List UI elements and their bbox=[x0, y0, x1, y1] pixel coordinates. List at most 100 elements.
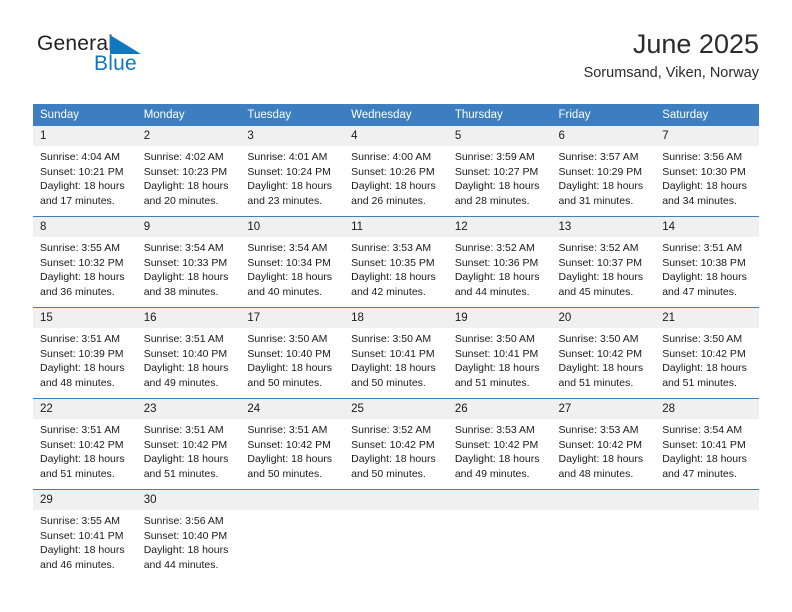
daylight-text-line2: and 50 minutes. bbox=[351, 376, 426, 389]
sunrise-text: Sunrise: 3:55 AM bbox=[40, 242, 120, 254]
calendar-day-cell[interactable]: 25 Sunrise: 3:52 AM Sunset: 10:42 PM Day… bbox=[344, 398, 448, 490]
day-number: 16 bbox=[136, 308, 241, 328]
daylight-text-line1: Daylight: 18 hours bbox=[351, 362, 436, 374]
calendar-day-cell[interactable]: 27 Sunrise: 3:53 AM Sunset: 10:42 PM Day… bbox=[551, 398, 656, 490]
day-number: 26 bbox=[447, 399, 552, 419]
sunset-text: Sunset: 10:40 PM bbox=[143, 347, 228, 360]
calendar-day-cell[interactable]: 7 Sunrise: 3:56 AM Sunset: 10:30 PM Dayl… bbox=[655, 126, 759, 217]
calendar-day-cell[interactable]: 29 Sunrise: 3:55 AM Sunset: 10:41 PM Day… bbox=[33, 489, 137, 574]
sunset-text: Sunset: 10:42 PM bbox=[351, 438, 435, 451]
calendar-day-cell[interactable]: 9 Sunrise: 3:54 AM Sunset: 10:33 PM Dayl… bbox=[136, 216, 241, 308]
calendar-day-cell[interactable]: 28 Sunrise: 3:54 AM Sunset: 10:41 PM Day… bbox=[655, 398, 759, 490]
calendar-day-cell[interactable]: 16 Sunrise: 3:51 AM Sunset: 10:40 PM Day… bbox=[136, 307, 241, 399]
daylight-text-line2: and 51 minutes. bbox=[40, 467, 115, 480]
calendar-day-cell[interactable]: 26 Sunrise: 3:53 AM Sunset: 10:42 PM Day… bbox=[447, 398, 552, 490]
day-details: Sunrise: 3:52 AM Sunset: 10:42 PM Daylig… bbox=[344, 419, 448, 481]
calendar-day-cell[interactable]: 17 Sunrise: 3:50 AM Sunset: 10:40 PM Day… bbox=[240, 307, 345, 399]
daylight-text-line1: Daylight: 18 hours bbox=[143, 180, 229, 192]
day-number: 11 bbox=[344, 217, 448, 237]
daylight-text-line1: Daylight: 18 hours bbox=[558, 271, 644, 283]
calendar-day-cell[interactable]: 6 Sunrise: 3:57 AM Sunset: 10:29 PM Dayl… bbox=[551, 126, 656, 217]
day-number: 27 bbox=[551, 399, 656, 419]
calendar-day-cell[interactable]: 3 Sunrise: 4:01 AM Sunset: 10:24 PM Dayl… bbox=[240, 126, 345, 217]
day-number: 25 bbox=[344, 399, 448, 419]
daylight-text-line1: Daylight: 18 hours bbox=[454, 453, 540, 465]
sunset-text: Sunset: 10:24 PM bbox=[247, 165, 331, 178]
day-number: 28 bbox=[655, 399, 759, 419]
sunrise-text: Sunrise: 4:01 AM bbox=[247, 151, 328, 163]
day-details: Sunrise: 3:53 AM Sunset: 10:42 PM Daylig… bbox=[552, 419, 656, 481]
daylight-text-line2: and 47 minutes. bbox=[662, 285, 737, 298]
sunrise-text: Sunrise: 3:53 AM bbox=[351, 242, 432, 254]
calendar-week-row: 22 Sunrise: 3:51 AM Sunset: 10:42 PM Day… bbox=[33, 398, 759, 490]
calendar-day-cell[interactable]: 24 Sunrise: 3:51 AM Sunset: 10:42 PM Day… bbox=[240, 398, 345, 490]
calendar-day-cell[interactable]: 23 Sunrise: 3:51 AM Sunset: 10:42 PM Day… bbox=[136, 398, 241, 490]
calendar-day-cell[interactable]: 8 Sunrise: 3:55 AM Sunset: 10:32 PM Dayl… bbox=[33, 216, 137, 308]
day-details: Sunrise: 3:50 AM Sunset: 10:41 PM Daylig… bbox=[344, 328, 448, 390]
sunset-text: Sunset: 10:42 PM bbox=[454, 438, 539, 451]
calendar-day-cell-empty bbox=[344, 489, 448, 574]
daylight-text-line2: and 46 minutes. bbox=[40, 558, 115, 571]
sunrise-text: Sunrise: 3:50 AM bbox=[247, 333, 328, 345]
calendar-week-row: 29 Sunrise: 3:55 AM Sunset: 10:41 PM Day… bbox=[33, 489, 759, 574]
daylight-text-line2: and 50 minutes. bbox=[351, 467, 426, 480]
sunset-text: Sunset: 10:40 PM bbox=[247, 347, 331, 360]
daylight-text-line1: Daylight: 18 hours bbox=[247, 362, 333, 374]
calendar-day-cell[interactable]: 18 Sunrise: 3:50 AM Sunset: 10:41 PM Day… bbox=[344, 307, 448, 399]
calendar-day-cell[interactable]: 1 Sunrise: 4:04 AM Sunset: 10:21 PM Dayl… bbox=[33, 126, 137, 217]
day-details: Sunrise: 4:01 AM Sunset: 10:24 PM Daylig… bbox=[240, 146, 344, 208]
calendar-day-cell[interactable]: 11 Sunrise: 3:53 AM Sunset: 10:35 PM Day… bbox=[344, 216, 448, 308]
calendar-day-cell[interactable]: 30 Sunrise: 3:56 AM Sunset: 10:40 PM Day… bbox=[136, 489, 241, 574]
sunset-text: Sunset: 10:36 PM bbox=[454, 256, 539, 269]
day-number: 3 bbox=[240, 126, 345, 146]
title-block: June 2025 Sorumsand, Viken, Norway bbox=[584, 28, 759, 82]
daylight-text-line1: Daylight: 18 hours bbox=[40, 362, 125, 374]
calendar-day-cell[interactable]: 21 Sunrise: 3:50 AM Sunset: 10:42 PM Day… bbox=[655, 307, 759, 399]
daylight-text-line1: Daylight: 18 hours bbox=[351, 180, 436, 192]
day-number: 21 bbox=[655, 308, 759, 328]
brand-logo[interactable]: General Blue bbox=[37, 32, 237, 88]
calendar-day-cell[interactable]: 4 Sunrise: 4:00 AM Sunset: 10:26 PM Dayl… bbox=[344, 126, 448, 217]
day-details: Sunrise: 3:53 AM Sunset: 10:42 PM Daylig… bbox=[448, 419, 552, 481]
calendar-day-cell[interactable]: 22 Sunrise: 3:51 AM Sunset: 10:42 PM Day… bbox=[33, 398, 137, 490]
day-details: Sunrise: 3:50 AM Sunset: 10:42 PM Daylig… bbox=[552, 328, 656, 390]
day-number: 30 bbox=[136, 490, 241, 510]
sunrise-text: Sunrise: 3:55 AM bbox=[40, 515, 120, 527]
daylight-text-line2: and 51 minutes. bbox=[662, 376, 737, 389]
daylight-text-line2: and 44 minutes. bbox=[454, 285, 530, 298]
calendar-day-cell[interactable]: 10 Sunrise: 3:54 AM Sunset: 10:34 PM Day… bbox=[240, 216, 345, 308]
daylight-text-line1: Daylight: 18 hours bbox=[351, 271, 436, 283]
calendar-table: Sunday Monday Tuesday Wednesday Thursday… bbox=[33, 104, 759, 574]
sunset-text: Sunset: 10:39 PM bbox=[40, 347, 124, 360]
daylight-text-line2: and 48 minutes. bbox=[40, 376, 115, 389]
sunrise-text: Sunrise: 3:54 AM bbox=[143, 242, 224, 254]
calendar-day-cell[interactable]: 2 Sunrise: 4:02 AM Sunset: 10:23 PM Dayl… bbox=[136, 126, 241, 217]
daylight-text-line1: Daylight: 18 hours bbox=[454, 180, 540, 192]
daylight-text-line2: and 50 minutes. bbox=[247, 376, 323, 389]
day-details: Sunrise: 3:51 AM Sunset: 10:42 PM Daylig… bbox=[137, 419, 241, 481]
daylight-text-line2: and 47 minutes. bbox=[662, 467, 737, 480]
calendar-day-cell[interactable]: 12 Sunrise: 3:52 AM Sunset: 10:36 PM Day… bbox=[447, 216, 552, 308]
daylight-text-line2: and 17 minutes. bbox=[40, 194, 115, 207]
calendar-day-cell[interactable]: 13 Sunrise: 3:52 AM Sunset: 10:37 PM Day… bbox=[551, 216, 656, 308]
calendar-day-cell[interactable]: 20 Sunrise: 3:50 AM Sunset: 10:42 PM Day… bbox=[551, 307, 656, 399]
weekday-header-monday: Monday bbox=[136, 104, 241, 126]
daylight-text-line1: Daylight: 18 hours bbox=[143, 362, 229, 374]
calendar-day-cell[interactable]: 19 Sunrise: 3:50 AM Sunset: 10:41 PM Day… bbox=[447, 307, 552, 399]
sunrise-text: Sunrise: 3:51 AM bbox=[143, 333, 224, 345]
day-details: Sunrise: 3:50 AM Sunset: 10:40 PM Daylig… bbox=[240, 328, 344, 390]
calendar-day-cell[interactable]: 5 Sunrise: 3:59 AM Sunset: 10:27 PM Dayl… bbox=[447, 126, 552, 217]
weekday-header-tuesday: Tuesday bbox=[240, 104, 345, 126]
daylight-text-line1: Daylight: 18 hours bbox=[143, 271, 229, 283]
calendar-day-cell[interactable]: 14 Sunrise: 3:51 AM Sunset: 10:38 PM Day… bbox=[655, 216, 759, 308]
daylight-text-line1: Daylight: 18 hours bbox=[558, 180, 644, 192]
day-number bbox=[344, 490, 448, 510]
sunrise-text: Sunrise: 3:51 AM bbox=[143, 424, 224, 436]
day-number: 9 bbox=[136, 217, 241, 237]
daylight-text-line2: and 26 minutes. bbox=[351, 194, 426, 207]
daylight-text-line1: Daylight: 18 hours bbox=[662, 453, 747, 465]
day-number: 17 bbox=[240, 308, 345, 328]
calendar-day-cell[interactable]: 15 Sunrise: 3:51 AM Sunset: 10:39 PM Day… bbox=[33, 307, 137, 399]
day-number: 23 bbox=[136, 399, 241, 419]
daylight-text-line1: Daylight: 18 hours bbox=[143, 453, 229, 465]
